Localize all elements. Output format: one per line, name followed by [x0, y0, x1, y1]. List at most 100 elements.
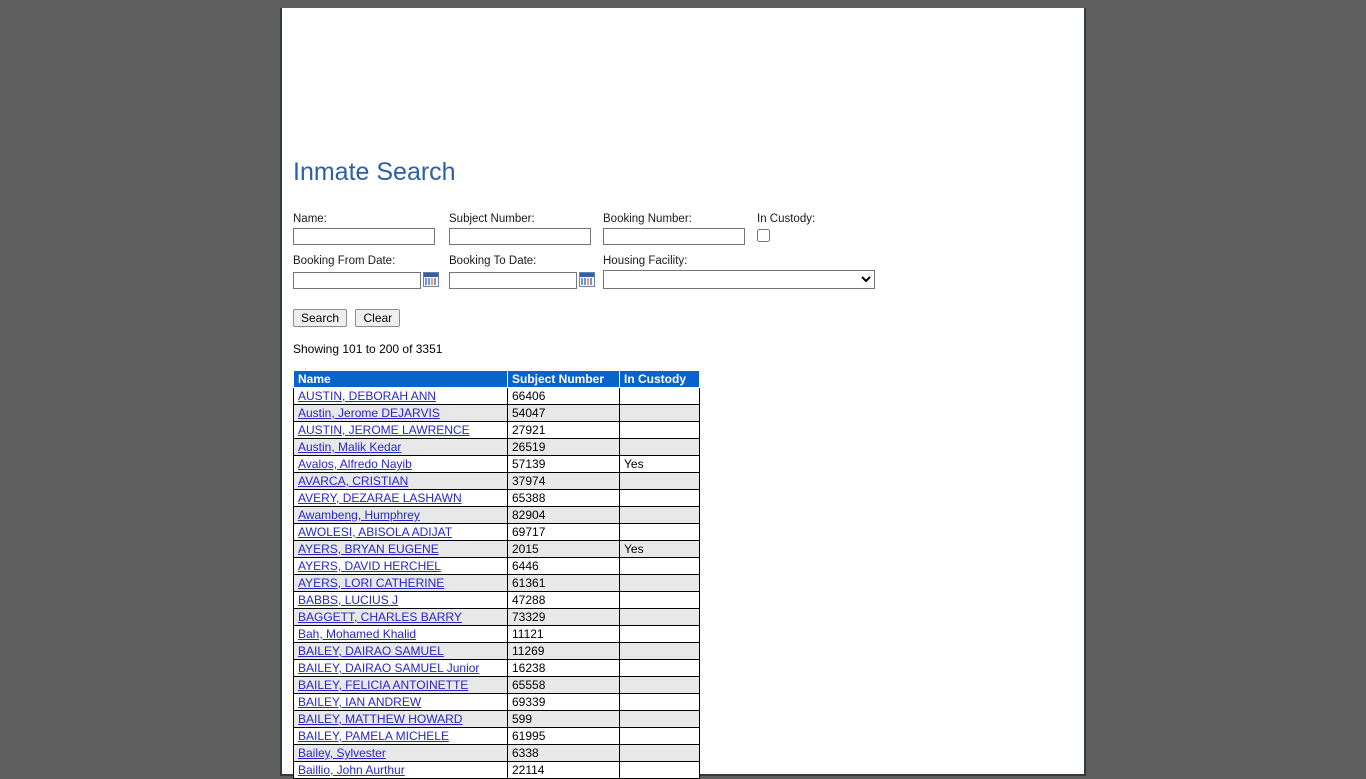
cell-subject-number: 22114	[507, 761, 620, 779]
inmate-name-link[interactable]: AVERY, DEZARAE LASHAWN	[298, 491, 462, 505]
results-count-text: Showing 101 to 200 of 3351	[293, 342, 443, 356]
booking-number-label: Booking Number:	[603, 213, 692, 225]
table-row: BAILEY, IAN ANDREW 69339	[293, 693, 700, 711]
table-row: BAGGETT, CHARLES BARRY 73329	[293, 608, 700, 626]
column-header-subject-number[interactable]: Subject Number	[507, 370, 620, 388]
cell-subject-number: 65558	[507, 676, 620, 694]
inmate-name-link[interactable]: BAGGETT, CHARLES BARRY	[298, 610, 462, 624]
cell-name: BABBS, LUCIUS J	[293, 591, 508, 609]
cell-name: BAILEY, FELICIA ANTOINETTE	[293, 676, 508, 694]
cell-in-custody	[619, 489, 700, 507]
search-row-1: Name: Subject Number: Booking Number: In…	[293, 213, 1073, 255]
cell-subject-number: 6446	[507, 557, 620, 575]
cell-name: AVARCA, CRISTIAN	[293, 472, 508, 490]
inmate-name-link[interactable]: Bah, Mohamed Khalid	[298, 627, 416, 641]
inmate-name-link[interactable]: AYERS, DAVID HERCHEL	[298, 559, 441, 573]
cell-in-custody	[619, 642, 700, 660]
inmate-name-link[interactable]: Awambeng, Humphrey	[298, 508, 420, 522]
table-row: Awambeng, Humphrey 82904	[293, 506, 700, 524]
booking-number-field-group: Booking Number:	[603, 213, 748, 245]
inmate-name-link[interactable]: BAILEY, DAIRAO SAMUEL Junior	[298, 661, 479, 675]
cell-subject-number: 11121	[507, 625, 620, 643]
name-input[interactable]	[293, 228, 435, 245]
table-row: AYERS, DAVID HERCHEL 6446	[293, 557, 700, 575]
cell-name: Austin, Jerome DEJARVIS	[293, 404, 508, 422]
cell-name: BAILEY, PAMELA MICHELE	[293, 727, 508, 745]
cell-name: BAILEY, DAIRAO SAMUEL Junior	[293, 659, 508, 677]
page-container: Inmate Search Name: Subject Number: Book…	[280, 8, 1086, 779]
cell-subject-number: 27921	[507, 421, 620, 439]
cell-subject-number: 73329	[507, 608, 620, 626]
form-button-row: Search Clear	[293, 309, 404, 327]
column-header-name[interactable]: Name	[293, 370, 508, 388]
booking-from-date-group: Booking From Date:	[293, 255, 445, 289]
housing-facility-select[interactable]	[603, 270, 875, 289]
table-row: AYERS, LORI CATHERINE 61361	[293, 574, 700, 592]
inmate-name-link[interactable]: AVARCA, CRISTIAN	[298, 474, 408, 488]
cell-subject-number: 6338	[507, 744, 620, 762]
inmate-search-form: Name: Subject Number: Booking Number: In…	[293, 213, 1073, 327]
cell-subject-number: 2015	[507, 540, 620, 558]
calendar-icon[interactable]	[579, 272, 595, 287]
cell-name: AYERS, BRYAN EUGENE	[293, 540, 508, 558]
subject-number-input[interactable]	[449, 228, 591, 245]
cell-in-custody	[619, 693, 700, 711]
inmate-name-link[interactable]: Baillio, John Aurthur	[298, 763, 405, 777]
booking-from-date-input[interactable]	[293, 272, 421, 289]
inmate-name-link[interactable]: BAILEY, PAMELA MICHELE	[298, 729, 449, 743]
inmate-name-link[interactable]: Austin, Malik Kedar	[298, 440, 401, 454]
inmate-name-link[interactable]: BAILEY, FELICIA ANTOINETTE	[298, 678, 468, 692]
cell-name: BAILEY, IAN ANDREW	[293, 693, 508, 711]
name-field-group: Name:	[293, 213, 438, 245]
inmate-name-link[interactable]: Austin, Jerome DEJARVIS	[298, 406, 440, 420]
table-row: BAILEY, MATTHEW HOWARD 599	[293, 710, 700, 728]
inmate-name-link[interactable]: BABBS, LUCIUS J	[298, 593, 398, 607]
booking-from-date-wrap	[293, 270, 445, 289]
cell-name: Awambeng, Humphrey	[293, 506, 508, 524]
cell-subject-number: 47288	[507, 591, 620, 609]
results-table-head: Name Subject Number In Custody	[293, 370, 700, 388]
cell-subject-number: 16238	[507, 659, 620, 677]
cell-in-custody	[619, 421, 700, 439]
inmate-name-link[interactable]: Bailey, Sylvester	[298, 746, 386, 760]
booking-number-input[interactable]	[603, 228, 745, 245]
inmate-name-link[interactable]: BAILEY, IAN ANDREW	[298, 695, 421, 709]
cell-name: BAGGETT, CHARLES BARRY	[293, 608, 508, 626]
booking-to-date-label: Booking To Date:	[449, 255, 537, 267]
inmate-name-link[interactable]: Avalos, Alfredo Nayib	[298, 457, 412, 471]
housing-facility-label: Housing Facility:	[603, 255, 688, 267]
inmate-name-link[interactable]: AWOLESI, ABISOLA ADIJAT	[298, 525, 452, 539]
booking-to-date-input[interactable]	[449, 272, 577, 289]
cell-in-custody	[619, 608, 700, 626]
in-custody-checkbox-holder	[757, 229, 867, 247]
inmate-name-link[interactable]: AUSTIN, JEROME LAWRENCE	[298, 423, 470, 437]
table-row: BAILEY, DAIRAO SAMUEL 11269	[293, 642, 700, 660]
cell-in-custody	[619, 404, 700, 422]
table-row: BAILEY, FELICIA ANTOINETTE 65558	[293, 676, 700, 694]
table-row: Avalos, Alfredo Nayib 57139 Yes	[293, 455, 700, 473]
cell-subject-number: 82904	[507, 506, 620, 524]
inmate-name-link[interactable]: AYERS, LORI CATHERINE	[298, 576, 444, 590]
table-row: Baillio, John Aurthur 22114	[293, 761, 700, 779]
table-row: AVARCA, CRISTIAN 37974	[293, 472, 700, 490]
in-custody-label: In Custody:	[757, 213, 816, 225]
search-button[interactable]: Search	[293, 309, 348, 327]
table-row: AVERY, DEZARAE LASHAWN 65388	[293, 489, 700, 507]
inmate-name-link[interactable]: AUSTIN, DEBORAH ANN	[298, 389, 436, 403]
calendar-icon[interactable]	[423, 272, 439, 287]
cell-name: Baillio, John Aurthur	[293, 761, 508, 779]
cell-in-custody	[619, 727, 700, 745]
in-custody-checkbox[interactable]	[757, 229, 770, 242]
in-custody-field-group: In Custody:	[757, 213, 867, 247]
cell-name: Avalos, Alfredo Nayib	[293, 455, 508, 473]
clear-button[interactable]: Clear	[355, 309, 401, 327]
inmate-name-link[interactable]: AYERS, BRYAN EUGENE	[298, 542, 439, 556]
column-header-in-custody[interactable]: In Custody	[619, 370, 700, 388]
page-title: Inmate Search	[293, 158, 456, 186]
table-row: Austin, Jerome DEJARVIS 54047	[293, 404, 700, 422]
cell-in-custody	[619, 387, 700, 405]
table-row: AUSTIN, DEBORAH ANN 66406	[293, 387, 700, 405]
cell-name: AUSTIN, DEBORAH ANN	[293, 387, 508, 405]
inmate-name-link[interactable]: BAILEY, DAIRAO SAMUEL	[298, 644, 444, 658]
inmate-name-link[interactable]: BAILEY, MATTHEW HOWARD	[298, 712, 462, 726]
